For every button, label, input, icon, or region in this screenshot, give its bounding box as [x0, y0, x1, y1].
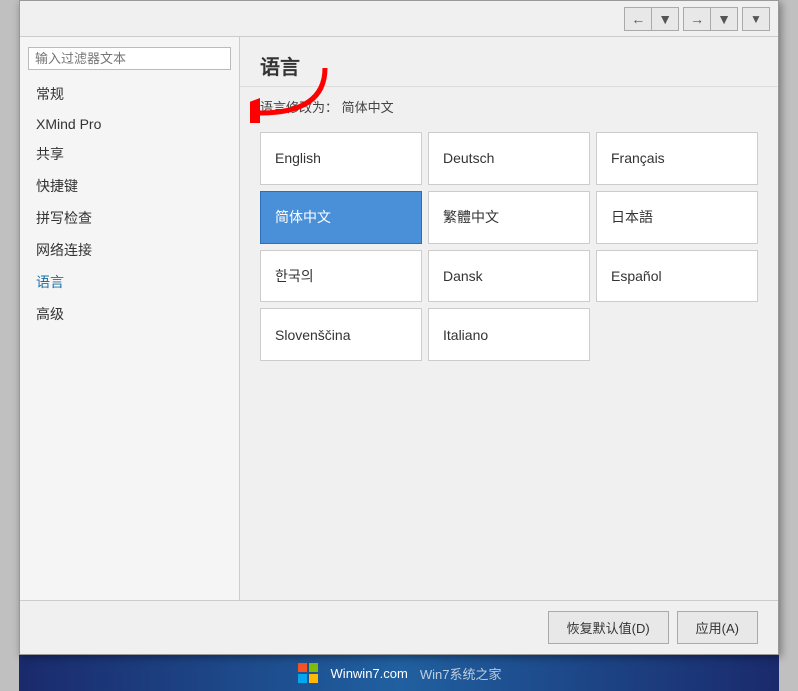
lang-cell-deutsch[interactable]: Deutsch	[428, 132, 590, 185]
filter-input[interactable]	[28, 47, 231, 70]
dialog-toolbar: ← ▼ → ▼ ▼	[20, 1, 778, 37]
language-grid: EnglishDeutschFrançais 简体中文繁體中文日本語 한국의Dans…	[240, 122, 778, 371]
lang-cell-japanese[interactable]: 日本語	[596, 191, 758, 244]
lang-cell-espanol[interactable]: Español	[596, 250, 758, 303]
lang-cell-korean[interactable]: 한국의	[260, 250, 422, 303]
sidebar-item-share[interactable]: 共享	[20, 138, 239, 170]
sidebar-item-network[interactable]: 网络连接	[20, 234, 239, 266]
lang-cell-english[interactable]: English	[260, 132, 422, 185]
back-forward-split[interactable]: ← ▼	[624, 7, 679, 31]
section-title: 语言	[240, 37, 778, 87]
lang-cell-francais[interactable]: Français	[596, 132, 758, 185]
watermark-suffix: Win7系统之家	[420, 664, 502, 683]
section-subtitle: 语言修改为： 简体中文	[240, 87, 778, 122]
forward-split[interactable]: → ▼	[683, 7, 738, 31]
watermark-logo	[297, 662, 319, 684]
main-content: 语言 语言修改为： 简体中文 EnglishDeutschFrançais 简体中…	[240, 37, 778, 600]
windows-logo-icon	[297, 662, 319, 684]
sidebar-item-spellcheck[interactable]: 拼写检查	[20, 202, 239, 234]
sidebar-item-general[interactable]: 常规	[20, 78, 239, 110]
lang-cell-dansk[interactable]: Dansk	[428, 250, 590, 303]
restore-defaults-button[interactable]: 恢复默认值(D)	[548, 611, 669, 644]
lang-cell-italiano[interactable]: Italiano	[428, 308, 590, 361]
sidebar-item-xmindpro[interactable]: XMind Pro	[20, 110, 239, 138]
sidebar-item-shortcuts[interactable]: 快捷键	[20, 170, 239, 202]
lang-cell-trad-chinese[interactable]: 繁體中文	[428, 191, 590, 244]
watermark-bar: Winwin7.com Win7系统之家	[19, 655, 779, 691]
dialog-body: 常规 XMind Pro 共享 快捷键 拼写检查 网络连接 语言	[20, 37, 778, 600]
back-dropdown-button[interactable]: ▼	[652, 8, 678, 30]
lang-cell-empty	[596, 308, 758, 361]
lang-cell-slovenscina[interactable]: Slovenščina	[260, 308, 422, 361]
forward-button[interactable]: →	[684, 8, 711, 30]
sidebar: 常规 XMind Pro 共享 快捷键 拼写检查 网络连接 语言	[20, 37, 240, 600]
sidebar-item-advanced[interactable]: 高级	[20, 298, 239, 330]
lang-cell-simp-chinese[interactable]: 简体中文	[260, 191, 422, 244]
apply-button[interactable]: 应用(A)	[677, 611, 758, 644]
more-dropdown-button[interactable]: ▼	[742, 7, 770, 31]
dialog-footer: 恢复默认值(D) 应用(A)	[20, 600, 778, 654]
watermark-text: Winwin7.com	[331, 666, 408, 681]
back-button[interactable]: ←	[625, 8, 652, 30]
sidebar-item-language[interactable]: 语言	[20, 266, 239, 298]
forward-dropdown-button[interactable]: ▼	[711, 8, 737, 30]
